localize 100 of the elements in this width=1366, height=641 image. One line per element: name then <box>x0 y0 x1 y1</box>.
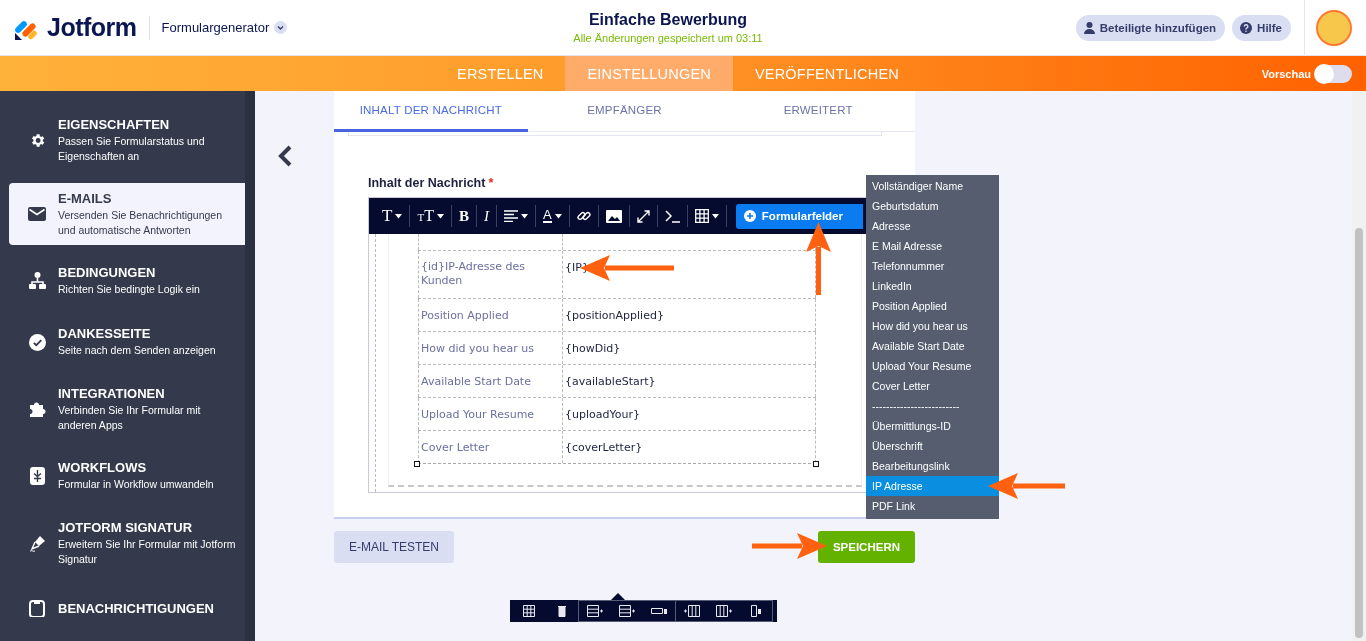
caret-icon <box>554 213 562 219</box>
menu-item[interactable]: PDF Link <box>866 496 999 516</box>
sidebar-item[interactable]: INTEGRATIONEN Verbinden Sie Ihr Formular mit anderen Apps <box>9 377 245 441</box>
settings-tab[interactable]: ERWEITERT <box>721 91 915 132</box>
menu-item[interactable]: Available Start Date <box>866 336 999 356</box>
item-title: WORKFLOWS <box>58 460 148 476</box>
caret-icon <box>395 213 403 219</box>
menu-item[interactable]: E Mail Adresse <box>866 236 999 256</box>
column-insert-icon[interactable] <box>684 605 700 617</box>
person-icon <box>1083 21 1095 34</box>
menu-item[interactable]: Position Applied <box>866 296 999 316</box>
menu-item[interactable]: ------------------------- <box>866 396 999 416</box>
resize-handle[interactable] <box>414 461 420 467</box>
table-cell: {id}IP-Adresse des Kunden <box>418 251 563 298</box>
menu-item[interactable]: Cover Letter <box>866 376 999 396</box>
item-description: Formular in Workflow umwandeln <box>58 477 215 493</box>
table-cell: {positionApplied} <box>563 299 816 331</box>
puzzle-icon <box>28 400 46 419</box>
product-menu[interactable]: Formulargenerator <box>161 20 270 35</box>
caret-icon <box>711 213 719 219</box>
check-circle-icon <box>28 333 46 351</box>
item-description: Verbinden Sie Ihr Formular mit anderen Apps <box>58 402 202 433</box>
item-title: BENACHRICHTIGUNGEN <box>58 600 214 616</box>
sidebar-item[interactable]: DANKESSEITE Seite nach dem Senden anzeigen <box>9 317 245 367</box>
caret-icon <box>520 213 528 219</box>
item-description: Passen Sie Formularstatus und Eigenschaften an <box>58 133 206 164</box>
table-icon[interactable] <box>694 209 709 223</box>
menu-item[interactable]: Vollständiger Name <box>866 176 999 196</box>
menu-item[interactable]: Upload Your Resume <box>866 356 999 376</box>
item-description: Erweitern Sie Ihr Formular mit Jotform Signatur <box>58 537 236 568</box>
item-title: JOTFORM SIGNATUR <box>58 520 194 536</box>
row-insert-icon[interactable] <box>619 605 635 617</box>
menu-item[interactable]: IP Adresse <box>866 476 999 496</box>
item-title: EIGENSCHAFTEN <box>58 116 171 132</box>
expand-icon[interactable] <box>636 209 650 223</box>
item-description: Seite nach dem Senden anzeigen <box>58 343 217 358</box>
sidebar-item[interactable]: E-MAILS Versenden Sie Benachrichtigungen und automatische Antworten <box>9 182 245 246</box>
item-description: Richten Sie bedingte Logik ein <box>58 282 201 298</box>
settings-tab[interactable]: INHALT DER NACHRICHT <box>334 91 528 132</box>
user-avatar[interactable] <box>1316 9 1352 46</box>
scrollbar-thumb[interactable] <box>1355 228 1363 638</box>
table-cell: {uploadYour} <box>563 398 816 430</box>
settings-tab[interactable]: EMPFÄNGER <box>527 91 722 132</box>
item-title: INTEGRATIONEN <box>58 385 166 401</box>
column-delete-icon[interactable] <box>748 605 764 617</box>
italic-icon[interactable]: I <box>483 208 489 224</box>
image-icon[interactable] <box>605 209 622 223</box>
workflow-icon <box>29 467 45 486</box>
preview-toggle[interactable] <box>1316 64 1352 83</box>
row-insert-icon[interactable] <box>587 605 603 617</box>
menu-item[interactable]: Übermittlungs-ID <box>866 416 999 436</box>
item-title: E-MAILS <box>58 190 113 206</box>
save-status: Alle Änderungen gespeichert um 03:11 <box>573 32 763 44</box>
document-icon <box>29 599 45 617</box>
dropdown-icon[interactable] <box>274 21 288 34</box>
table-cell: {availableStart} <box>563 365 816 397</box>
preview-label: Vorschau <box>1261 67 1311 80</box>
plus-circle-icon <box>743 210 756 222</box>
form-fields-button[interactable]: Formularfelder <box>735 203 863 229</box>
menu-item[interactable]: Telefonnummer <box>866 256 999 276</box>
menu-item[interactable]: Bearbeitungslink <box>866 456 999 476</box>
help-icon <box>1240 21 1253 34</box>
link-icon[interactable] <box>576 209 591 223</box>
table-cell: {howDid} <box>563 332 816 364</box>
sidebar-item[interactable]: WORKFLOWS Formular in Workflow umwandeln <box>9 451 245 502</box>
sitemap-icon <box>28 272 46 291</box>
column-insert-icon[interactable] <box>716 605 732 617</box>
menu-item[interactable]: LinkedIn <box>866 276 999 296</box>
back-chevron-icon[interactable] <box>278 145 293 167</box>
required-mark: * <box>488 176 494 190</box>
brand-logo[interactable]: Jotform <box>47 13 137 42</box>
sidebar-item[interactable]: BEDINGUNGEN Richten Sie bedingte Logik ein <box>9 256 245 307</box>
text-style-icon[interactable]: T <box>382 208 393 224</box>
table-cell: Upload Your Resume <box>418 398 563 430</box>
sidebar-item[interactable]: BENACHRICHTIGUNGEN <box>9 586 245 631</box>
row-delete-icon[interactable] <box>651 605 667 617</box>
table-cell: Position Applied <box>418 299 563 331</box>
align-icon[interactable] <box>503 210 518 222</box>
menu-item[interactable]: How did you hear us <box>866 316 999 336</box>
table-cell: How did you hear us <box>418 332 563 364</box>
item-title: BEDINGUNGEN <box>58 265 157 281</box>
add-participants-button[interactable]: Beteiligte hinzufügen <box>1075 14 1226 41</box>
menu-item[interactable]: Geburtsdatum <box>866 196 999 216</box>
font-size-icon[interactable]: TT <box>417 207 434 225</box>
menu-item[interactable]: Überschrift <box>866 436 999 456</box>
terminal-icon[interactable] <box>664 209 680 223</box>
sidebar-item[interactable]: EIGENSCHAFTEN Passen Sie Formularstatus und Eigenschaften an <box>9 109 245 172</box>
table-icon[interactable] <box>522 605 538 617</box>
table-cell: Available Start Date <box>418 365 563 397</box>
bold-icon[interactable]: B <box>458 208 469 224</box>
pen-icon <box>28 535 46 553</box>
help-button[interactable]: Hilfe <box>1232 14 1291 41</box>
field-label: Inhalt der Nachricht <box>368 176 486 190</box>
item-description: Versenden Sie Benachrichtigungen und automatische Antworten <box>58 207 224 238</box>
caret-icon <box>436 213 444 219</box>
test-email-button[interactable]: E-MAIL TESTEN <box>334 531 455 563</box>
menu-item[interactable]: Adresse <box>866 216 999 236</box>
sidebar-item[interactable]: JOTFORM SIGNATUR Erweitern Sie Ihr Formular mit Jotform Signatur <box>9 512 245 576</box>
resize-handle[interactable] <box>813 461 819 467</box>
envelope-icon <box>28 207 46 222</box>
